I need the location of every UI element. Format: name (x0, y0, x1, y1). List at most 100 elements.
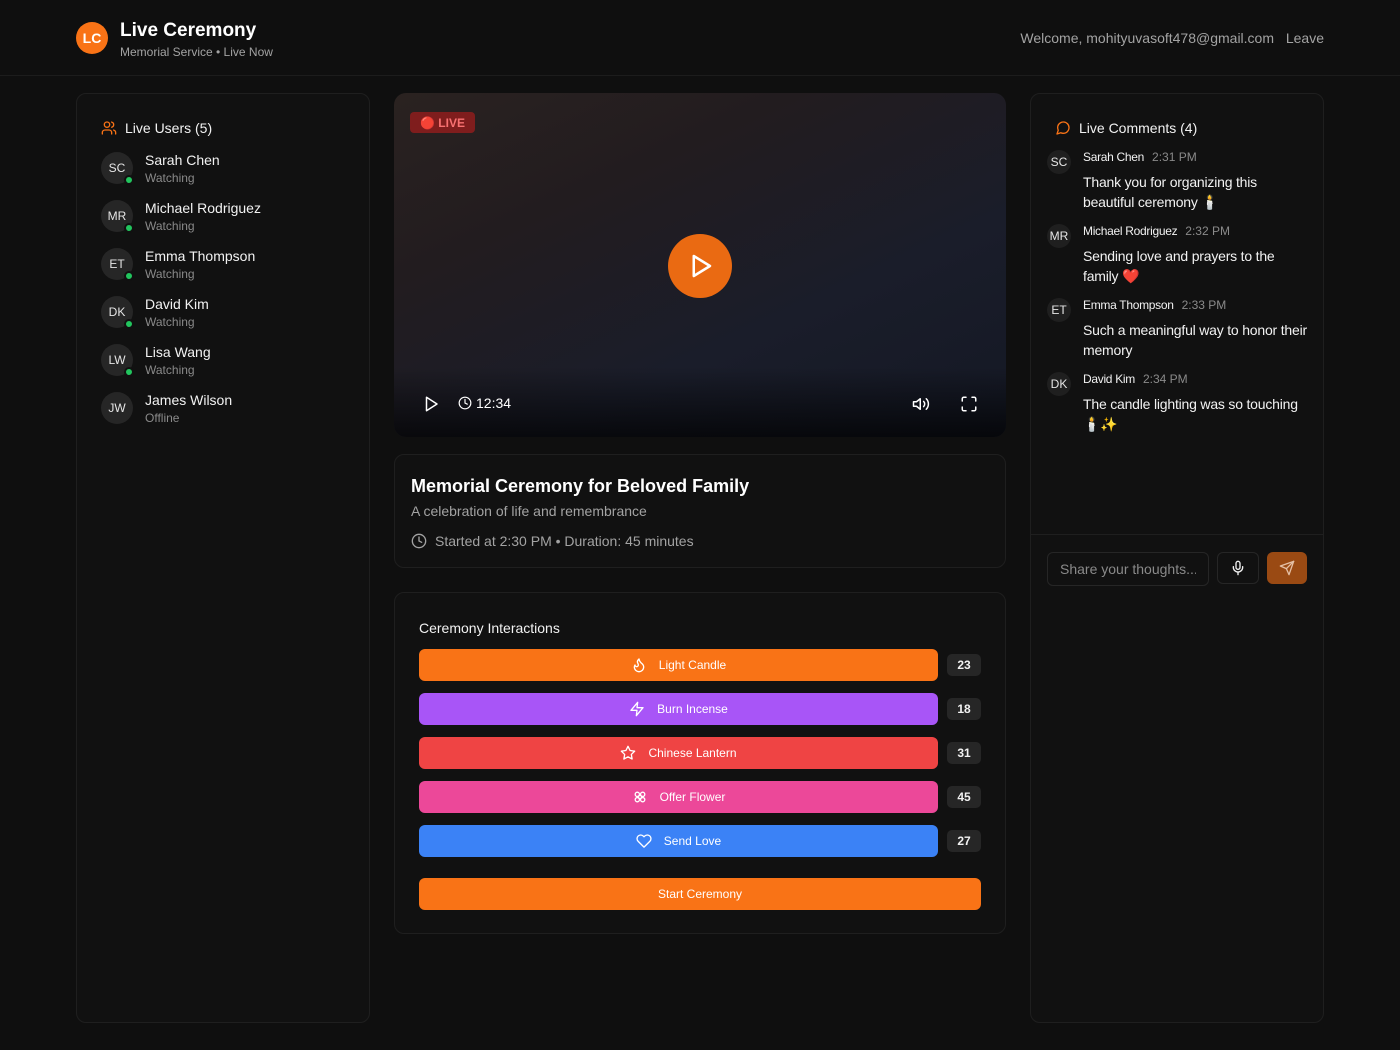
start-ceremony-button[interactable]: Start Ceremony (419, 878, 981, 910)
user-name: James Wilson (145, 392, 233, 408)
live-comments-panel: Live Comments (4) SC Sarah Chen 2:31 PM … (1030, 93, 1324, 1023)
action-label: Offer Flower (659, 790, 726, 804)
comment-list: SC Sarah Chen 2:31 PM Thank you for orga… (1047, 150, 1311, 446)
welcome-text: Welcome, mohityuvasoft478@gmail.com (1020, 30, 1274, 46)
ceremony-meta-text: Started at 2:30 PM • Duration: 45 minute… (435, 533, 694, 549)
online-indicator (124, 319, 134, 329)
mic-button[interactable] (1217, 552, 1259, 584)
send-button[interactable] (1267, 552, 1307, 584)
user-name: David Kim (145, 296, 209, 312)
live-users-heading: Live Users (5) (101, 120, 212, 136)
online-indicator (124, 271, 134, 281)
fullscreen-button[interactable] (960, 395, 978, 413)
ceremony-info-card: Memorial Ceremony for Beloved Family A c… (394, 454, 1006, 568)
user-item[interactable]: JW James Wilson Offline (101, 390, 351, 438)
users-icon (101, 120, 117, 136)
app-header: LC Live Ceremony Memorial Service • Live… (0, 0, 1400, 76)
send-love-button[interactable]: Send Love (419, 825, 938, 857)
user-name: Michael Rodriguez (145, 200, 261, 216)
live-comments-heading: Live Comments (4) (1055, 120, 1197, 136)
comment-item: DK David Kim 2:34 PM The candle lighting… (1047, 372, 1311, 434)
comment-time: 2:31 PM (1152, 150, 1197, 164)
user-item[interactable]: DK David Kim Watching (101, 294, 351, 342)
online-indicator (124, 175, 134, 185)
star-icon (620, 745, 636, 761)
action-count: 23 (947, 654, 981, 676)
live-users-title: Live Users (5) (125, 120, 213, 136)
clock-icon (458, 396, 472, 410)
video-player[interactable]: 🔴 LIVE 12:34 (394, 93, 1006, 437)
comment-text: Such a meaningful way to honor their mem… (1083, 322, 1307, 358)
app-logo: LC (76, 22, 108, 54)
action-count: 45 (947, 786, 981, 808)
live-comments-title: Live Comments (4) (1079, 120, 1198, 136)
heart-icon (636, 833, 652, 849)
comment-item: SC Sarah Chen 2:31 PM Thank you for orga… (1047, 150, 1311, 212)
user-item[interactable]: ET Emma Thompson Watching (101, 246, 351, 294)
avatar: DK (1047, 372, 1071, 396)
user-status: Watching (145, 363, 195, 377)
live-users-panel: Live Users (5) SC Sarah Chen Watching MR… (76, 93, 370, 1023)
user-item[interactable]: MR Michael Rodriguez Watching (101, 198, 351, 246)
comment-text: Thank you for organizing this beautiful … (1083, 174, 1257, 210)
comment-item: MR Michael Rodriguez 2:32 PM Sending lov… (1047, 224, 1311, 286)
action-row: Chinese Lantern 31 (419, 737, 983, 769)
comment-text: The candle lighting was so touching 🕯️✨ (1083, 396, 1298, 432)
volume-button[interactable] (912, 395, 930, 413)
play-button[interactable] (668, 234, 732, 298)
action-row: Send Love 27 (419, 825, 983, 857)
avatar: ET (1047, 298, 1071, 322)
app-title: Live Ceremony (120, 20, 257, 41)
comment-author: Michael Rodriguez (1083, 224, 1178, 238)
action-row: Light Candle 23 (419, 649, 983, 681)
user-status: Offline (145, 411, 180, 425)
ceremony-meta: Started at 2:30 PM • Duration: 45 minute… (411, 533, 694, 549)
action-count: 18 (947, 698, 981, 720)
zap-icon (629, 701, 645, 717)
flame-icon (631, 657, 647, 673)
action-label: Chinese Lantern (648, 746, 737, 760)
avatar: MR (1047, 224, 1071, 248)
mic-icon (1230, 560, 1246, 576)
volume-icon (912, 395, 930, 413)
control-play-button[interactable] (422, 395, 440, 413)
user-list: SC Sarah Chen Watching MR Michael Rodrig… (101, 150, 351, 438)
action-row: Burn Incense 18 (419, 693, 983, 725)
action-label: Burn Incense (657, 702, 728, 716)
online-indicator (124, 223, 134, 233)
comment-time: 2:34 PM (1142, 372, 1188, 386)
comment-author: Emma Thompson (1083, 298, 1174, 312)
video-time-text: 12:34 (476, 395, 512, 411)
user-status: Watching (145, 267, 195, 281)
comment-author: David Kim (1083, 372, 1135, 386)
user-status: Watching (145, 219, 195, 233)
offer-flower-button[interactable]: Offer Flower (419, 781, 938, 813)
user-item[interactable]: LW Lisa Wang Watching (101, 342, 351, 390)
user-name: Emma Thompson (145, 248, 256, 264)
action-count: 31 (947, 742, 981, 764)
action-row: Offer Flower 45 (419, 781, 983, 813)
avatar: SC (1047, 150, 1071, 174)
comment-item: ET Emma Thompson 2:33 PM Such a meaningf… (1047, 298, 1311, 360)
divider (1031, 534, 1323, 535)
chinese-lantern-button[interactable]: Chinese Lantern (419, 737, 938, 769)
avatar: JW (101, 392, 133, 424)
light-candle-button[interactable]: Light Candle (419, 649, 938, 681)
ceremony-title: Memorial Ceremony for Beloved Family (411, 476, 750, 496)
online-indicator (124, 367, 134, 377)
leave-button[interactable]: Leave (1286, 30, 1324, 46)
action-label: Send Love (663, 834, 722, 848)
play-icon (422, 395, 440, 413)
app-subtitle: Memorial Service • Live Now (120, 45, 273, 59)
live-badge: 🔴 LIVE (410, 112, 475, 133)
user-status: Watching (145, 315, 195, 329)
message-circle-icon (1055, 120, 1071, 136)
user-status: Watching (145, 171, 195, 185)
fullscreen-icon (960, 395, 978, 413)
burn-incense-button[interactable]: Burn Incense (419, 693, 938, 725)
play-icon (685, 251, 715, 281)
send-icon (1279, 560, 1295, 576)
comment-text: Sending love and prayers to the family ❤… (1083, 248, 1275, 284)
comment-input[interactable] (1047, 552, 1209, 586)
user-item[interactable]: SC Sarah Chen Watching (101, 150, 351, 198)
